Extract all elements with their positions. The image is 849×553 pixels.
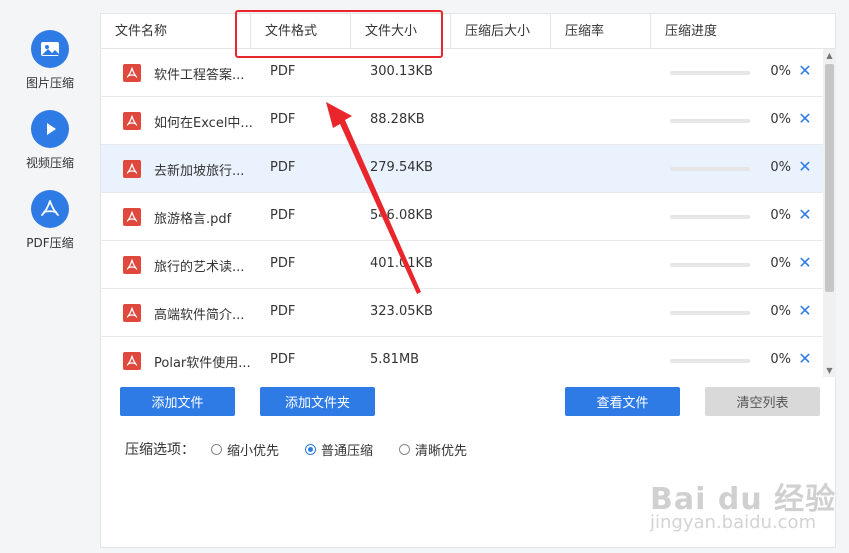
pdf-file-icon: [123, 112, 141, 130]
progress-bar: [670, 167, 750, 171]
remove-file-icon[interactable]: ✕: [797, 254, 813, 272]
progress-percent: 0%: [770, 112, 791, 127]
sidebar-item-label: 图片压缩: [25, 76, 74, 90]
remove-file-icon[interactable]: ✕: [797, 206, 813, 224]
file-list: 软件工程答案... PDF 300.13KB 0% ✕ 如何在Excel中... PDF 88…: [101, 49, 836, 377]
pdf-file-icon: [123, 256, 141, 274]
file-name: 旅游格言.pdf: [154, 212, 232, 227]
remove-file-icon[interactable]: ✕: [797, 62, 813, 80]
option-label: 普通压缩: [321, 443, 374, 459]
sidebar-item-label: PDF压缩: [26, 236, 74, 250]
radio-button[interactable]: [399, 443, 411, 455]
column-header-progress: 压缩进度: [650, 14, 836, 49]
file-name: 如何在Excel中...: [154, 116, 253, 131]
file-format: PDF: [270, 160, 296, 175]
file-format: PDF: [270, 64, 296, 79]
progress-percent: 0%: [770, 64, 791, 79]
progress-percent: 0%: [770, 208, 791, 223]
file-size: 546.08KB: [370, 208, 433, 223]
progress-percent: 0%: [770, 256, 791, 271]
progress-bar: [670, 263, 750, 267]
pdf-file-icon: [123, 352, 141, 370]
view-files-button[interactable]: 查看文件: [565, 387, 680, 416]
file-format: PDF: [270, 304, 296, 319]
column-header-ratio: 压缩率: [550, 14, 650, 49]
file-size: 88.28KB: [370, 112, 425, 127]
add-folder-button[interactable]: 添加文件夹: [260, 387, 375, 416]
file-name: Polar软件使用...: [154, 356, 251, 371]
main-panel: 文件名称 文件格式 文件大小 压缩后大小 压缩率 压缩进度 软件工程答案... P…: [100, 13, 836, 548]
column-header-compressed-size: 压缩后大小: [450, 14, 550, 49]
option-clarity-priority[interactable]: 清晰优先: [399, 440, 467, 459]
watermark-url: jingyan.baidu.com: [650, 512, 817, 533]
file-format: PDF: [270, 352, 296, 367]
table-row[interactable]: 旅行的艺术读... PDF 401.01KB 0% ✕: [101, 241, 823, 289]
radio-button[interactable]: [211, 443, 222, 455]
progress-bar: [670, 71, 750, 75]
file-size: 5.81MB: [370, 352, 420, 367]
file-format: PDF: [270, 256, 296, 271]
pdf-file-icon: [123, 64, 141, 82]
file-name: 高端软件简介...: [154, 308, 245, 323]
option-normal[interactable]: 普通压缩: [305, 440, 373, 459]
table-row[interactable]: 高端软件简介... PDF 323.05KB 0% ✕: [101, 289, 823, 337]
progress-bar: [670, 119, 750, 123]
file-format: PDF: [270, 112, 296, 127]
table-header: 文件名称 文件格式 文件大小 压缩后大小 压缩率 压缩进度: [101, 14, 836, 49]
table-row[interactable]: Polar软件使用... PDF 5.81MB 0% ✕: [101, 337, 823, 377]
option-label: 清晰优先: [415, 443, 468, 459]
scroll-up-arrow-icon[interactable]: ▲: [823, 49, 836, 62]
pdf-file-icon: [123, 208, 141, 226]
play-icon: [31, 110, 69, 148]
file-name: 旅行的艺术读...: [154, 260, 245, 275]
sidebar-item-pdf-compress[interactable]: PDF压缩: [0, 190, 100, 251]
sidebar: 图片压缩 视频压缩 PDF压缩: [0, 0, 100, 553]
table-row[interactable]: 去新加坡旅行... PDF 279.54KB 0% ✕: [101, 145, 823, 193]
option-label: 缩小优先: [227, 443, 280, 459]
add-file-button[interactable]: 添加文件: [120, 387, 235, 416]
sidebar-item-video-compress[interactable]: 视频压缩: [0, 110, 100, 171]
image-icon: [31, 30, 69, 68]
pdf-file-icon: [123, 304, 141, 322]
progress-bar: [670, 359, 750, 363]
progress-percent: 0%: [770, 304, 791, 319]
remove-file-icon[interactable]: ✕: [797, 158, 813, 176]
table-row[interactable]: 如何在Excel中... PDF 88.28KB 0% ✕: [101, 97, 823, 145]
remove-file-icon[interactable]: ✕: [797, 110, 813, 128]
pdf-icon: [31, 190, 69, 228]
clear-list-button[interactable]: 清空列表: [705, 387, 820, 416]
file-size: 401.01KB: [370, 256, 433, 271]
sidebar-item-label: 视频压缩: [25, 156, 74, 170]
pdf-file-icon: [123, 160, 141, 178]
file-format: PDF: [270, 208, 296, 223]
table-row[interactable]: 软件工程答案... PDF 300.13KB 0% ✕: [101, 49, 823, 97]
compression-options: 压缩选项： 缩小优先 普通压缩 清晰优先: [125, 439, 493, 459]
file-size: 300.13KB: [370, 64, 433, 79]
sidebar-item-image-compress[interactable]: 图片压缩: [0, 30, 100, 91]
file-size: 323.05KB: [370, 304, 433, 319]
annotation-highlight-box: [235, 10, 443, 58]
file-size: 279.54KB: [370, 160, 433, 175]
progress-bar: [670, 215, 750, 219]
scroll-thumb[interactable]: [825, 64, 834, 292]
file-name: 软件工程答案...: [154, 68, 245, 83]
table-row[interactable]: 旅游格言.pdf PDF 546.08KB 0% ✕: [101, 193, 823, 241]
remove-file-icon[interactable]: ✕: [797, 302, 813, 320]
scroll-down-arrow-icon[interactable]: ▼: [823, 364, 836, 377]
remove-file-icon[interactable]: ✕: [797, 350, 813, 368]
progress-bar: [670, 311, 750, 315]
option-size-priority[interactable]: 缩小优先: [211, 440, 279, 459]
column-header-name: 文件名称: [115, 24, 168, 39]
compression-options-label: 压缩选项：: [125, 442, 195, 458]
progress-percent: 0%: [770, 160, 791, 175]
vertical-scrollbar[interactable]: ▲ ▼: [823, 49, 836, 377]
radio-button-selected[interactable]: [305, 443, 317, 455]
progress-percent: 0%: [770, 352, 791, 367]
file-name: 去新加坡旅行...: [154, 164, 245, 179]
